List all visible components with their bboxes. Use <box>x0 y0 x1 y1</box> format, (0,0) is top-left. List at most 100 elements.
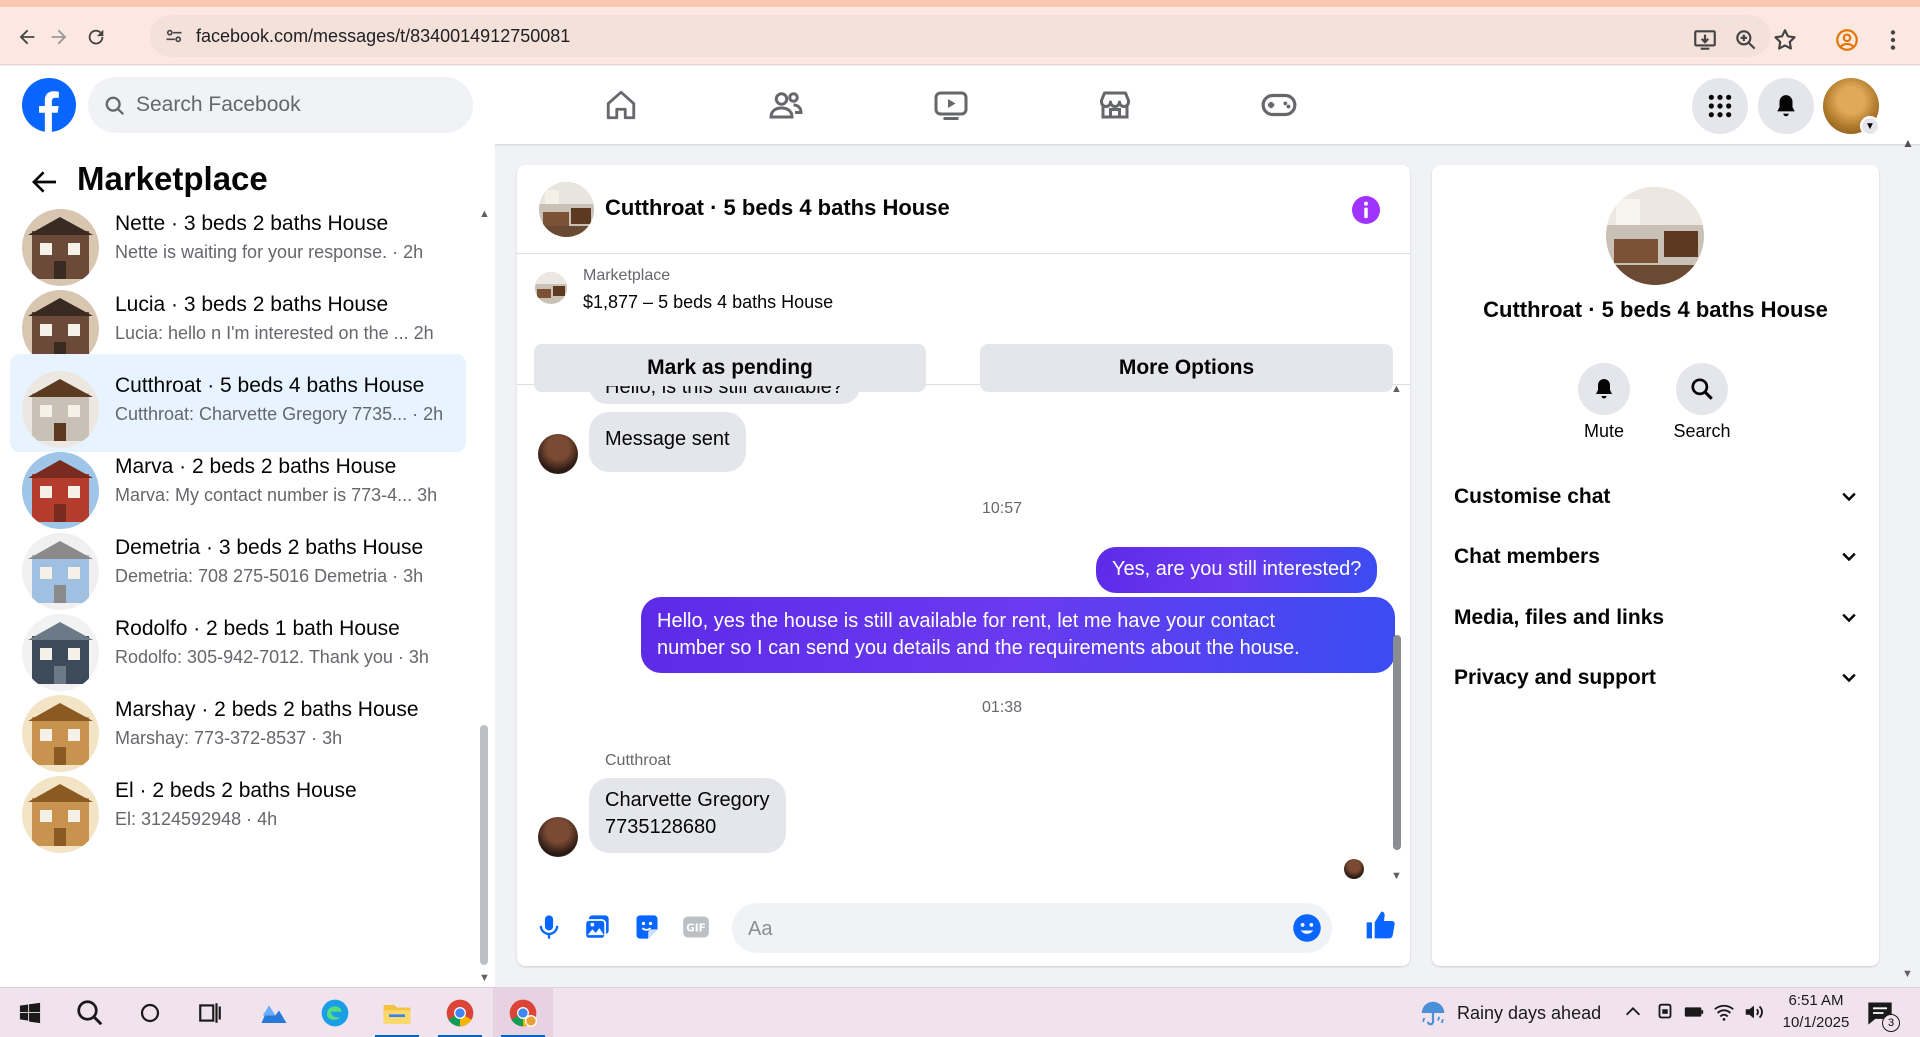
gaming-tab-icon[interactable] <box>1256 82 1302 128</box>
clock-time[interactable]: 6:51 AM <box>1784 992 1848 1009</box>
section-label: Customise chat <box>1454 485 1611 508</box>
info-title: Cutthroat · 5 beds 4 baths House <box>1483 297 1828 322</box>
chat-scroll-thumb[interactable] <box>1393 635 1401 850</box>
conversation-title: Marshay · 2 beds 2 baths House <box>115 698 419 721</box>
section-chat-members[interactable]: Chat members <box>1454 535 1859 579</box>
like-thumb-icon[interactable] <box>1364 909 1396 941</box>
sender-avatar[interactable] <box>538 434 578 474</box>
install-app-icon[interactable] <box>1692 27 1718 53</box>
chat-avatar[interactable] <box>539 182 594 237</box>
browser-menu-icon[interactable] <box>1880 27 1906 53</box>
mark-as-pending-button[interactable]: Mark as pending <box>534 344 926 392</box>
message-box[interactable] <box>732 903 1332 953</box>
photo-icon[interactable] <box>583 913 611 941</box>
taskbar-app-file-explorer[interactable] <box>367 988 427 1037</box>
message-bubble[interactable]: Charvette Gregory 7735128680 <box>589 778 786 853</box>
profile-icon[interactable] <box>1834 27 1860 53</box>
section-customise-chat[interactable]: Customise chat <box>1454 475 1859 519</box>
sender-name: Cutthroat <box>605 752 671 769</box>
battery-icon[interactable] <box>1683 1001 1705 1023</box>
sticker-icon[interactable] <box>633 913 661 941</box>
message-bubble[interactable]: Yes, are you still interested? <box>1096 547 1378 593</box>
gif-icon[interactable]: GIF <box>682 913 710 941</box>
conversation-title: Rodolfo · 2 beds 1 bath House <box>115 617 400 640</box>
folder-icon <box>383 1005 411 1024</box>
back-icon[interactable] <box>12 22 42 52</box>
info-icon[interactable] <box>1352 196 1380 224</box>
back-arrow-icon[interactable] <box>28 166 60 198</box>
section-privacy-support[interactable]: Privacy and support <box>1454 656 1859 700</box>
clock-date[interactable]: 10/1/2025 <box>1778 1014 1854 1031</box>
conversation-info-panel: Cutthroat · 5 beds 4 baths House Mute Se… <box>1432 165 1879 966</box>
chat-title[interactable]: Cutthroat · 5 beds 4 baths House <box>605 195 950 221</box>
search-box[interactable] <box>88 77 473 133</box>
wifi-icon[interactable] <box>1713 1001 1735 1023</box>
chrome-profile-icon <box>509 999 537 1027</box>
conversation-item[interactable]: El · 2 beds 2 baths House El: 3124592948 … <box>10 759 466 857</box>
meet-now-icon[interactable] <box>1654 1001 1676 1023</box>
microphone-icon[interactable] <box>535 913 563 941</box>
search-input[interactable] <box>136 91 456 119</box>
page-scroll-down-icon[interactable]: ▼ <box>1902 968 1913 980</box>
section-label: Media, files and links <box>1454 606 1665 629</box>
emoji-icon[interactable] <box>1292 913 1322 943</box>
home-tab-icon[interactable] <box>598 82 644 128</box>
friends-tab-icon[interactable] <box>763 82 809 128</box>
cortana-circle-icon <box>140 1003 160 1023</box>
more-options-button[interactable]: More Options <box>980 344 1393 392</box>
search-label: Search <box>1673 421 1731 441</box>
url-text[interactable]: facebook.com/messages/t/8340014912750081 <box>196 26 570 47</box>
message-bubble[interactable]: Message sent <box>589 412 746 472</box>
taskbar-app-chrome[interactable] <box>430 988 490 1037</box>
marketplace-tab-icon[interactable] <box>1092 82 1138 128</box>
rain-umbrella-icon[interactable] <box>1418 998 1448 1028</box>
chevron-up-icon[interactable] <box>1622 1001 1644 1023</box>
cortana-button[interactable] <box>120 988 180 1037</box>
message-bubble[interactable]: Hello, is this still available? <box>589 386 860 404</box>
page-scroll-up-icon[interactable]: ▲ <box>1902 136 1914 150</box>
facebook-logo-icon[interactable] <box>22 78 76 132</box>
reload-icon[interactable] <box>81 22 111 52</box>
weather-text[interactable]: Rainy days ahead <box>1457 1003 1601 1024</box>
left-scrollbar[interactable]: ▲ ▼ <box>478 208 490 984</box>
taskbar-app-chrome-profile[interactable] <box>493 988 553 1037</box>
mute-button[interactable] <box>1578 363 1630 415</box>
sender-avatar[interactable] <box>538 817 578 857</box>
video-tab-icon[interactable] <box>928 82 974 128</box>
listing-thumbnail[interactable] <box>535 272 567 304</box>
scroll-down-icon[interactable]: ▼ <box>1391 870 1402 882</box>
task-view-button[interactable] <box>180 988 240 1037</box>
chevron-down-icon <box>1842 613 1856 623</box>
photos-app-icon <box>261 1005 287 1023</box>
info-avatar[interactable] <box>1606 187 1704 285</box>
message-bubble[interactable]: Hello, yes the house is still available … <box>641 597 1395 673</box>
zoom-icon[interactable] <box>1733 27 1759 53</box>
message-line: Charvette Gregory <box>605 789 770 811</box>
conversation-title: Marva · 2 beds 2 baths House <box>115 455 397 478</box>
notifications-button[interactable] <box>1758 78 1814 134</box>
scroll-down-icon[interactable]: ▼ <box>479 972 490 984</box>
start-button[interactable] <box>0 988 60 1037</box>
taskbar-app-photos[interactable] <box>244 988 304 1037</box>
conversation-preview: Cutthroat: Charvette Gregory 7735... · 2… <box>115 404 444 424</box>
address-bar[interactable]: facebook.com/messages/t/8340014912750081 <box>150 15 1770 57</box>
scroll-up-icon[interactable]: ▲ <box>1391 383 1402 395</box>
bookmark-star-icon[interactable] <box>1772 27 1798 53</box>
search-icon <box>105 96 125 116</box>
section-media-files-links[interactable]: Media, files and links <box>1454 596 1859 640</box>
scroll-up-icon[interactable]: ▲ <box>479 208 490 220</box>
taskbar-app-edge[interactable] <box>305 988 365 1037</box>
facebook-header: ▼ ▲ <box>0 66 1920 150</box>
forward-icon[interactable] <box>44 22 74 52</box>
menu-grid-button[interactable] <box>1692 78 1748 134</box>
taskbar-search-button[interactable] <box>60 988 120 1037</box>
account-chevron-icon[interactable]: ▼ <box>1860 116 1880 136</box>
volume-icon[interactable] <box>1743 1001 1765 1023</box>
search-conversation-button[interactable] <box>1676 363 1728 415</box>
left-scroll-thumb[interactable] <box>480 725 488 965</box>
site-info-icon[interactable] <box>164 26 184 46</box>
listing-price[interactable]: $1,877 – 5 beds 4 baths House <box>583 292 833 313</box>
message-input[interactable] <box>748 915 1268 943</box>
chat-scrollbar[interactable]: ▲ ▼ <box>1390 383 1404 882</box>
section-label: Privacy and support <box>1454 666 1656 689</box>
